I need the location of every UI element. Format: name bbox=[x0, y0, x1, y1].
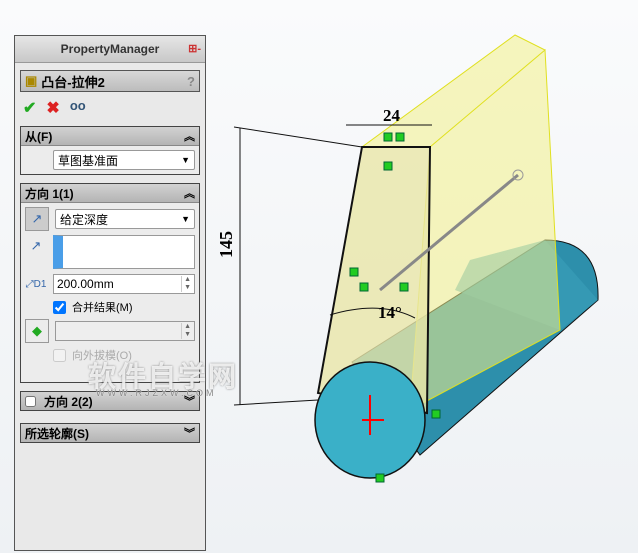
direction2-checkbox[interactable] bbox=[25, 395, 36, 407]
expand-icon[interactable]: ︾ bbox=[184, 425, 195, 441]
dim-width[interactable]: 24 bbox=[383, 106, 401, 125]
direction2-group[interactable]: 方向 2(2) ︾ bbox=[20, 391, 200, 411]
pm-titlebar: PropertyManager ⊞- bbox=[15, 36, 205, 63]
direction1-label: 方向 1(1) bbox=[25, 186, 74, 201]
property-manager: PropertyManager ⊞- ▣ 凸台-拉伸2? ✔ ✖ oo 从(F) ︽ … bbox=[14, 35, 206, 551]
contours-group[interactable]: 所选轮廓(S) ︾ bbox=[20, 423, 200, 443]
from-group: 从(F) ︽ 草图基准面 ▼ bbox=[20, 126, 200, 175]
from-value: 草图基准面 bbox=[58, 153, 119, 168]
help-button[interactable]: ? bbox=[187, 74, 195, 89]
feature-name: 凸台-拉伸2 bbox=[41, 74, 105, 90]
contours-label: 所选轮廓(S) bbox=[25, 426, 89, 441]
draft-icon[interactable]: ◆ bbox=[25, 319, 49, 343]
pin-icon[interactable]: ⊞- bbox=[188, 42, 201, 55]
expand-icon[interactable]: ︾ bbox=[184, 393, 195, 409]
direction-selection-box[interactable] bbox=[53, 235, 195, 269]
merge-result-label: 合并结果(M) bbox=[72, 302, 133, 314]
draft-angle-input[interactable]: ▲ ▼ bbox=[55, 321, 195, 341]
direction1-group: 方向 1(1) ︽ ↗ 给定深度 ▼ ↗ ⤢D1 200.00mm ▲ ▼ 合并结果(M) … bbox=[20, 183, 200, 383]
direction-arrow-icon: ↗ bbox=[30, 238, 42, 253]
draft-outward-label: 向外拔模(O) bbox=[72, 350, 132, 362]
extrude-icon: ▣ bbox=[25, 73, 38, 88]
from-select[interactable]: 草图基准面 ▼ bbox=[53, 150, 195, 170]
dim-angle[interactable]: 14° bbox=[378, 303, 402, 322]
end-condition-value: 给定深度 bbox=[60, 212, 109, 227]
preview-button[interactable]: oo bbox=[70, 98, 86, 118]
draft-outward-checkbox[interactable] bbox=[53, 348, 66, 362]
reverse-direction-icon[interactable]: ↗ bbox=[25, 207, 49, 231]
cancel-button[interactable]: ✖ bbox=[46, 98, 59, 118]
collapse-icon[interactable]: ︽ bbox=[184, 128, 195, 144]
from-label: 从(F) bbox=[25, 129, 53, 144]
depth-dimension-icon: ⤢D1 bbox=[25, 278, 47, 290]
ok-button[interactable]: ✔ bbox=[23, 98, 36, 118]
end-condition-select[interactable]: 给定深度 ▼ bbox=[55, 209, 195, 229]
feature-header: ▣ 凸台-拉伸2? bbox=[20, 70, 200, 92]
direction1-header[interactable]: 方向 1(1) ︽ bbox=[21, 184, 199, 203]
collapse-icon[interactable]: ︽ bbox=[184, 185, 195, 201]
direction2-label: 方向 2(2) bbox=[44, 394, 93, 409]
from-header[interactable]: 从(F) ︽ bbox=[21, 127, 199, 146]
depth-value: 200.00mm bbox=[57, 277, 114, 291]
merge-result-checkbox[interactable] bbox=[53, 300, 66, 314]
dim-height[interactable]: 145 bbox=[216, 231, 236, 258]
depth-input[interactable]: 200.00mm ▲ ▼ bbox=[53, 274, 195, 294]
pm-title: PropertyManager bbox=[60, 42, 160, 56]
